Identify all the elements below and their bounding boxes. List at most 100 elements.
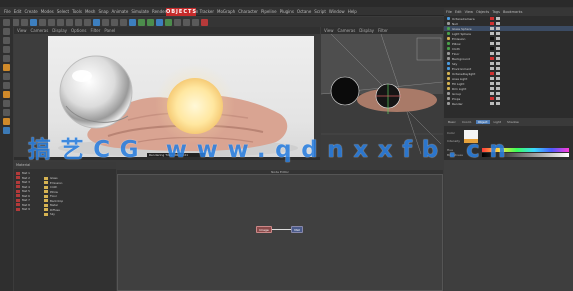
polygons-mode-icon[interactable] [3, 55, 10, 62]
menu-item-17[interactable]: Octane [297, 9, 311, 14]
object-tag-icon[interactable] [490, 67, 494, 70]
material-tag-icon[interactable] [496, 87, 500, 90]
material-tag-icon[interactable] [496, 52, 500, 55]
material-tag-icon[interactable] [496, 32, 500, 35]
scale-icon[interactable] [48, 18, 55, 26]
mode-badge[interactable]: OBJECTS [166, 8, 196, 16]
nurbs-icon[interactable] [147, 18, 154, 26]
object-manager-tab[interactable]: Edit [455, 10, 462, 14]
viewport-main-menu-item[interactable]: Display [52, 28, 67, 33]
workplane-icon[interactable] [3, 91, 10, 98]
object-tag-icon[interactable] [490, 32, 494, 35]
menu-item-2[interactable]: Create [24, 9, 37, 14]
octane-icon[interactable] [201, 18, 208, 26]
material-tag-icon[interactable] [496, 57, 500, 60]
redo-icon[interactable] [21, 18, 28, 26]
menu-item-10[interactable]: Render [152, 9, 166, 14]
object-tag-icon[interactable] [490, 87, 494, 90]
move-icon[interactable] [39, 18, 46, 26]
material-tag-icon[interactable] [496, 62, 500, 65]
paint-icon[interactable] [3, 118, 10, 125]
menu-item-14[interactable]: Character [238, 9, 258, 14]
material-tag-icon[interactable] [496, 27, 500, 30]
spline-icon[interactable] [138, 18, 145, 26]
menu-item-9[interactable]: Simulate [131, 9, 149, 14]
axis-x-icon[interactable] [66, 18, 73, 26]
axis-y-icon[interactable] [75, 18, 82, 26]
snap-icon[interactable] [3, 82, 10, 89]
material-tag-icon[interactable] [496, 47, 500, 50]
object-tag-icon[interactable] [490, 37, 494, 40]
attribute-tab[interactable]: Coord. [460, 120, 474, 124]
node-editor-canvas[interactable] [117, 174, 443, 291]
viewport-main-menu-item[interactable]: Panel [104, 28, 115, 33]
scene-icon[interactable] [174, 18, 181, 26]
object-manager-tab[interactable]: Tags [492, 10, 500, 14]
object-row[interactable]: Render [444, 101, 573, 106]
coord-icon[interactable] [93, 18, 100, 26]
object-tag-icon[interactable] [490, 102, 494, 105]
menu-item-15[interactable]: Pipeline [261, 9, 277, 14]
menu-item-6[interactable]: Mesh [85, 9, 96, 14]
material-node[interactable]: Mat [291, 226, 303, 233]
menu-item-18[interactable]: Script [314, 9, 326, 14]
object-manager-tab[interactable]: File [446, 10, 452, 14]
menu-item-20[interactable]: Help [348, 9, 357, 14]
render-settings-icon[interactable] [120, 18, 127, 26]
material-tag-icon[interactable] [496, 67, 500, 70]
material-tag-icon[interactable] [496, 97, 500, 100]
menu-item-4[interactable]: Select [57, 9, 69, 14]
object-tag-icon[interactable] [490, 57, 494, 60]
material-tag-icon[interactable] [496, 77, 500, 80]
texture-mode-icon[interactable] [3, 28, 10, 35]
material-left-item[interactable]: Mat 9 [16, 207, 42, 212]
material-tag-icon[interactable] [496, 102, 500, 105]
object-tag-icon[interactable] [490, 62, 494, 65]
render-view-icon[interactable] [102, 18, 109, 26]
tweak-icon[interactable] [3, 73, 10, 80]
object-manager-tab[interactable]: Bookmarks [503, 10, 523, 14]
locked-workplane-icon[interactable] [3, 100, 10, 107]
sculpt-icon[interactable] [3, 109, 10, 116]
object-tag-icon[interactable] [490, 27, 494, 30]
viewport-main-menu-item[interactable]: Filter [90, 28, 100, 33]
object-tag-icon[interactable] [490, 82, 494, 85]
axis-z-icon[interactable] [84, 18, 91, 26]
viewport-side-menu-item[interactable]: Display [359, 28, 374, 33]
attribute-tab[interactable]: Light [492, 120, 504, 124]
viewport-main-menu-item[interactable]: Options [71, 28, 86, 33]
deformer-icon[interactable] [165, 18, 172, 26]
material-tag-icon[interactable] [496, 17, 500, 20]
material-tag-icon[interactable] [496, 37, 500, 40]
menu-item-3[interactable]: Modes [41, 9, 54, 14]
object-tag-icon[interactable] [490, 22, 494, 25]
menu-item-0[interactable]: File [4, 9, 11, 14]
object-manager-tab[interactable]: View [465, 10, 473, 14]
menu-item-19[interactable]: Window [329, 9, 345, 14]
material-tag-icon[interactable] [496, 82, 500, 85]
menu-item-7[interactable]: Snap [98, 9, 108, 14]
viewport-side-menu-item[interactable]: View [324, 28, 334, 33]
object-tag-icon[interactable] [490, 97, 494, 100]
material-tag-icon[interactable] [496, 22, 500, 25]
object-manager-tab[interactable]: Objects [476, 10, 489, 14]
material-tag-icon[interactable] [496, 42, 500, 45]
menu-item-8[interactable]: Animate [112, 9, 129, 14]
python-icon[interactable] [3, 127, 10, 134]
camera-icon[interactable] [183, 18, 190, 26]
light-icon[interactable] [192, 18, 199, 26]
attribute-tab[interactable]: Shadow [505, 120, 521, 124]
viewport-side-menu-item[interactable]: Filter [378, 28, 388, 33]
undo-icon[interactable] [12, 18, 19, 26]
object-tag-icon[interactable] [490, 47, 494, 50]
material-tag-icon[interactable] [496, 72, 500, 75]
viewport-main-menu-item[interactable]: View [17, 28, 27, 33]
image-node[interactable]: Image [256, 226, 272, 233]
viewport-main-menu-item[interactable]: Cameras [31, 28, 49, 33]
array-icon[interactable] [156, 18, 163, 26]
object-tag-icon[interactable] [490, 72, 494, 75]
edges-mode-icon[interactable] [3, 46, 10, 53]
attribute-tab[interactable]: Object [475, 120, 490, 124]
render-icon[interactable] [111, 18, 118, 26]
axis-mode-icon[interactable] [3, 64, 10, 71]
